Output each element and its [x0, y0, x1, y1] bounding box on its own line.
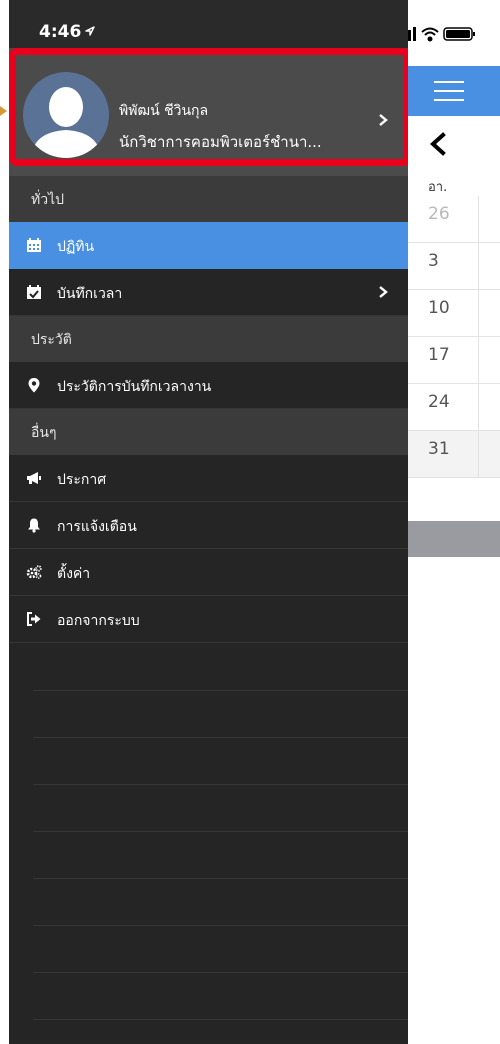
footer-bar [408, 521, 500, 557]
status-time: 4:46 [39, 22, 95, 42]
profile-header[interactable]: พิพัฒน์ ชีวินกุล นักวิชาการคอมพิวเตอร์ชำ… [9, 48, 408, 176]
calendar-date-cell[interactable]: 24 [408, 384, 500, 431]
profile-position: นักวิชาการคอมพิวเตอร์ชำนา... [119, 133, 322, 151]
section-history: ประวัติ [9, 316, 408, 362]
menu-item-label: ออกจากระบบ [57, 613, 140, 629]
location-arrow-icon [85, 26, 95, 36]
calendar-date-cell[interactable]: 31 [408, 431, 500, 478]
menu-item-calendar[interactable]: ปฏิทิน [9, 222, 408, 269]
day-header-sunday: อา. [428, 180, 448, 195]
menu-item-label: ตั้งค่า [57, 566, 91, 582]
chevron-right-icon [379, 114, 388, 126]
menu-item-label: ประวัติการบันทึกเวลางาน [57, 379, 212, 395]
menu-item-time-record[interactable]: บันทึกเวลา [9, 269, 408, 316]
calendar-date-cell[interactable]: 3 [408, 243, 500, 290]
section-other: อื่นๆ [9, 409, 408, 455]
menu-item-label: บันทึกเวลา [57, 286, 123, 302]
divider [33, 690, 408, 691]
section-general: ทั่วไป [9, 176, 408, 222]
calendar-date-cell[interactable]: 17 [408, 337, 500, 384]
calendar-icon [27, 238, 41, 252]
menu-item-notifications[interactable]: การแจ้งเตือน [9, 502, 408, 549]
gears-icon [26, 565, 42, 579]
hamburger-menu-icon[interactable] [434, 81, 464, 101]
pointer-arrow-icon [0, 106, 7, 116]
bell-icon [28, 518, 40, 533]
divider [33, 1019, 408, 1020]
menu-item-announcements[interactable]: ประกาศ [9, 455, 408, 502]
avatar [23, 72, 109, 158]
divider [33, 784, 408, 785]
chevron-right-icon [379, 286, 388, 298]
menu-item-logout[interactable]: ออกจากระบบ [9, 596, 408, 643]
battery-icon [443, 27, 475, 41]
divider [33, 972, 408, 973]
divider [33, 831, 408, 832]
calendar-date-cell[interactable]: 26 [408, 196, 500, 243]
user-silhouette-icon [31, 87, 101, 158]
calendar-check-icon [27, 285, 41, 299]
side-drawer: 4:46 พิพัฒน์ ชีวินกุล นักวิชาการคอมพิวเต… [9, 0, 408, 1044]
map-marker-icon [28, 378, 40, 393]
megaphone-icon [27, 472, 41, 484]
profile-name: พิพัฒน์ ชีวินกุล [119, 103, 209, 119]
calendar-date-cell[interactable]: 10 [408, 290, 500, 337]
sign-out-icon [27, 612, 41, 626]
wifi-icon [421, 27, 439, 42]
divider [33, 878, 408, 879]
back-chevron-icon[interactable] [428, 132, 448, 156]
status-bar: 4:46 [9, 0, 408, 48]
menu-item-settings[interactable]: ตั้งค่า [9, 549, 408, 596]
status-icons [398, 27, 475, 42]
menu-item-label: การแจ้งเตือน [57, 519, 137, 535]
menu-item-time-history[interactable]: ประวัติการบันทึกเวลางาน [9, 362, 408, 409]
divider [33, 737, 408, 738]
menu-item-label: ปฏิทิน [57, 239, 95, 255]
divider [33, 925, 408, 926]
menu-item-label: ประกาศ [57, 472, 107, 488]
